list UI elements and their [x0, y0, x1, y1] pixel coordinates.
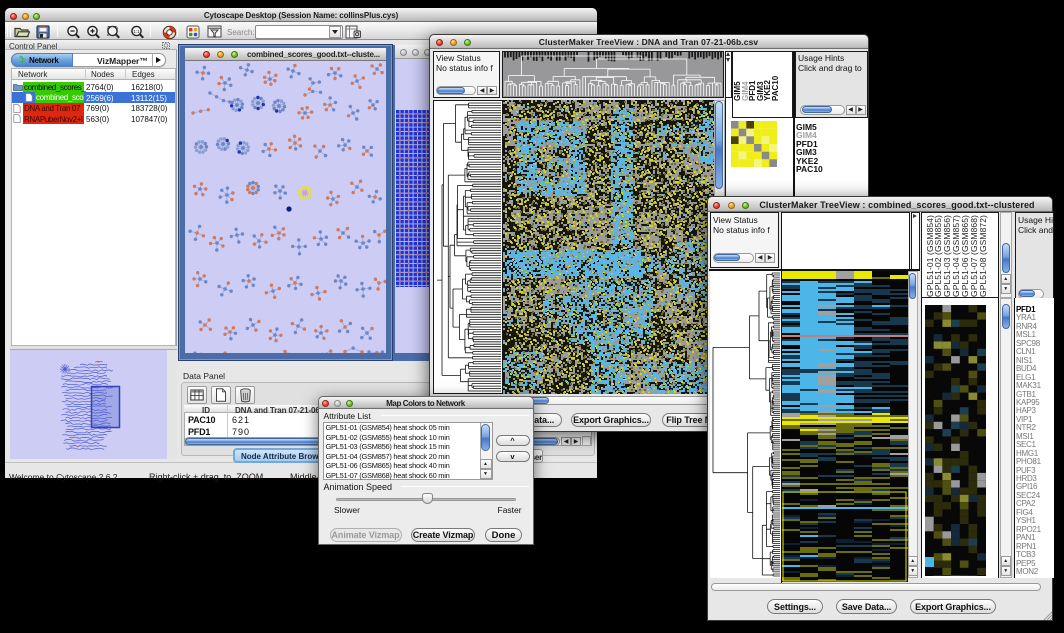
- svg-text:1:1: 1:1: [133, 29, 140, 34]
